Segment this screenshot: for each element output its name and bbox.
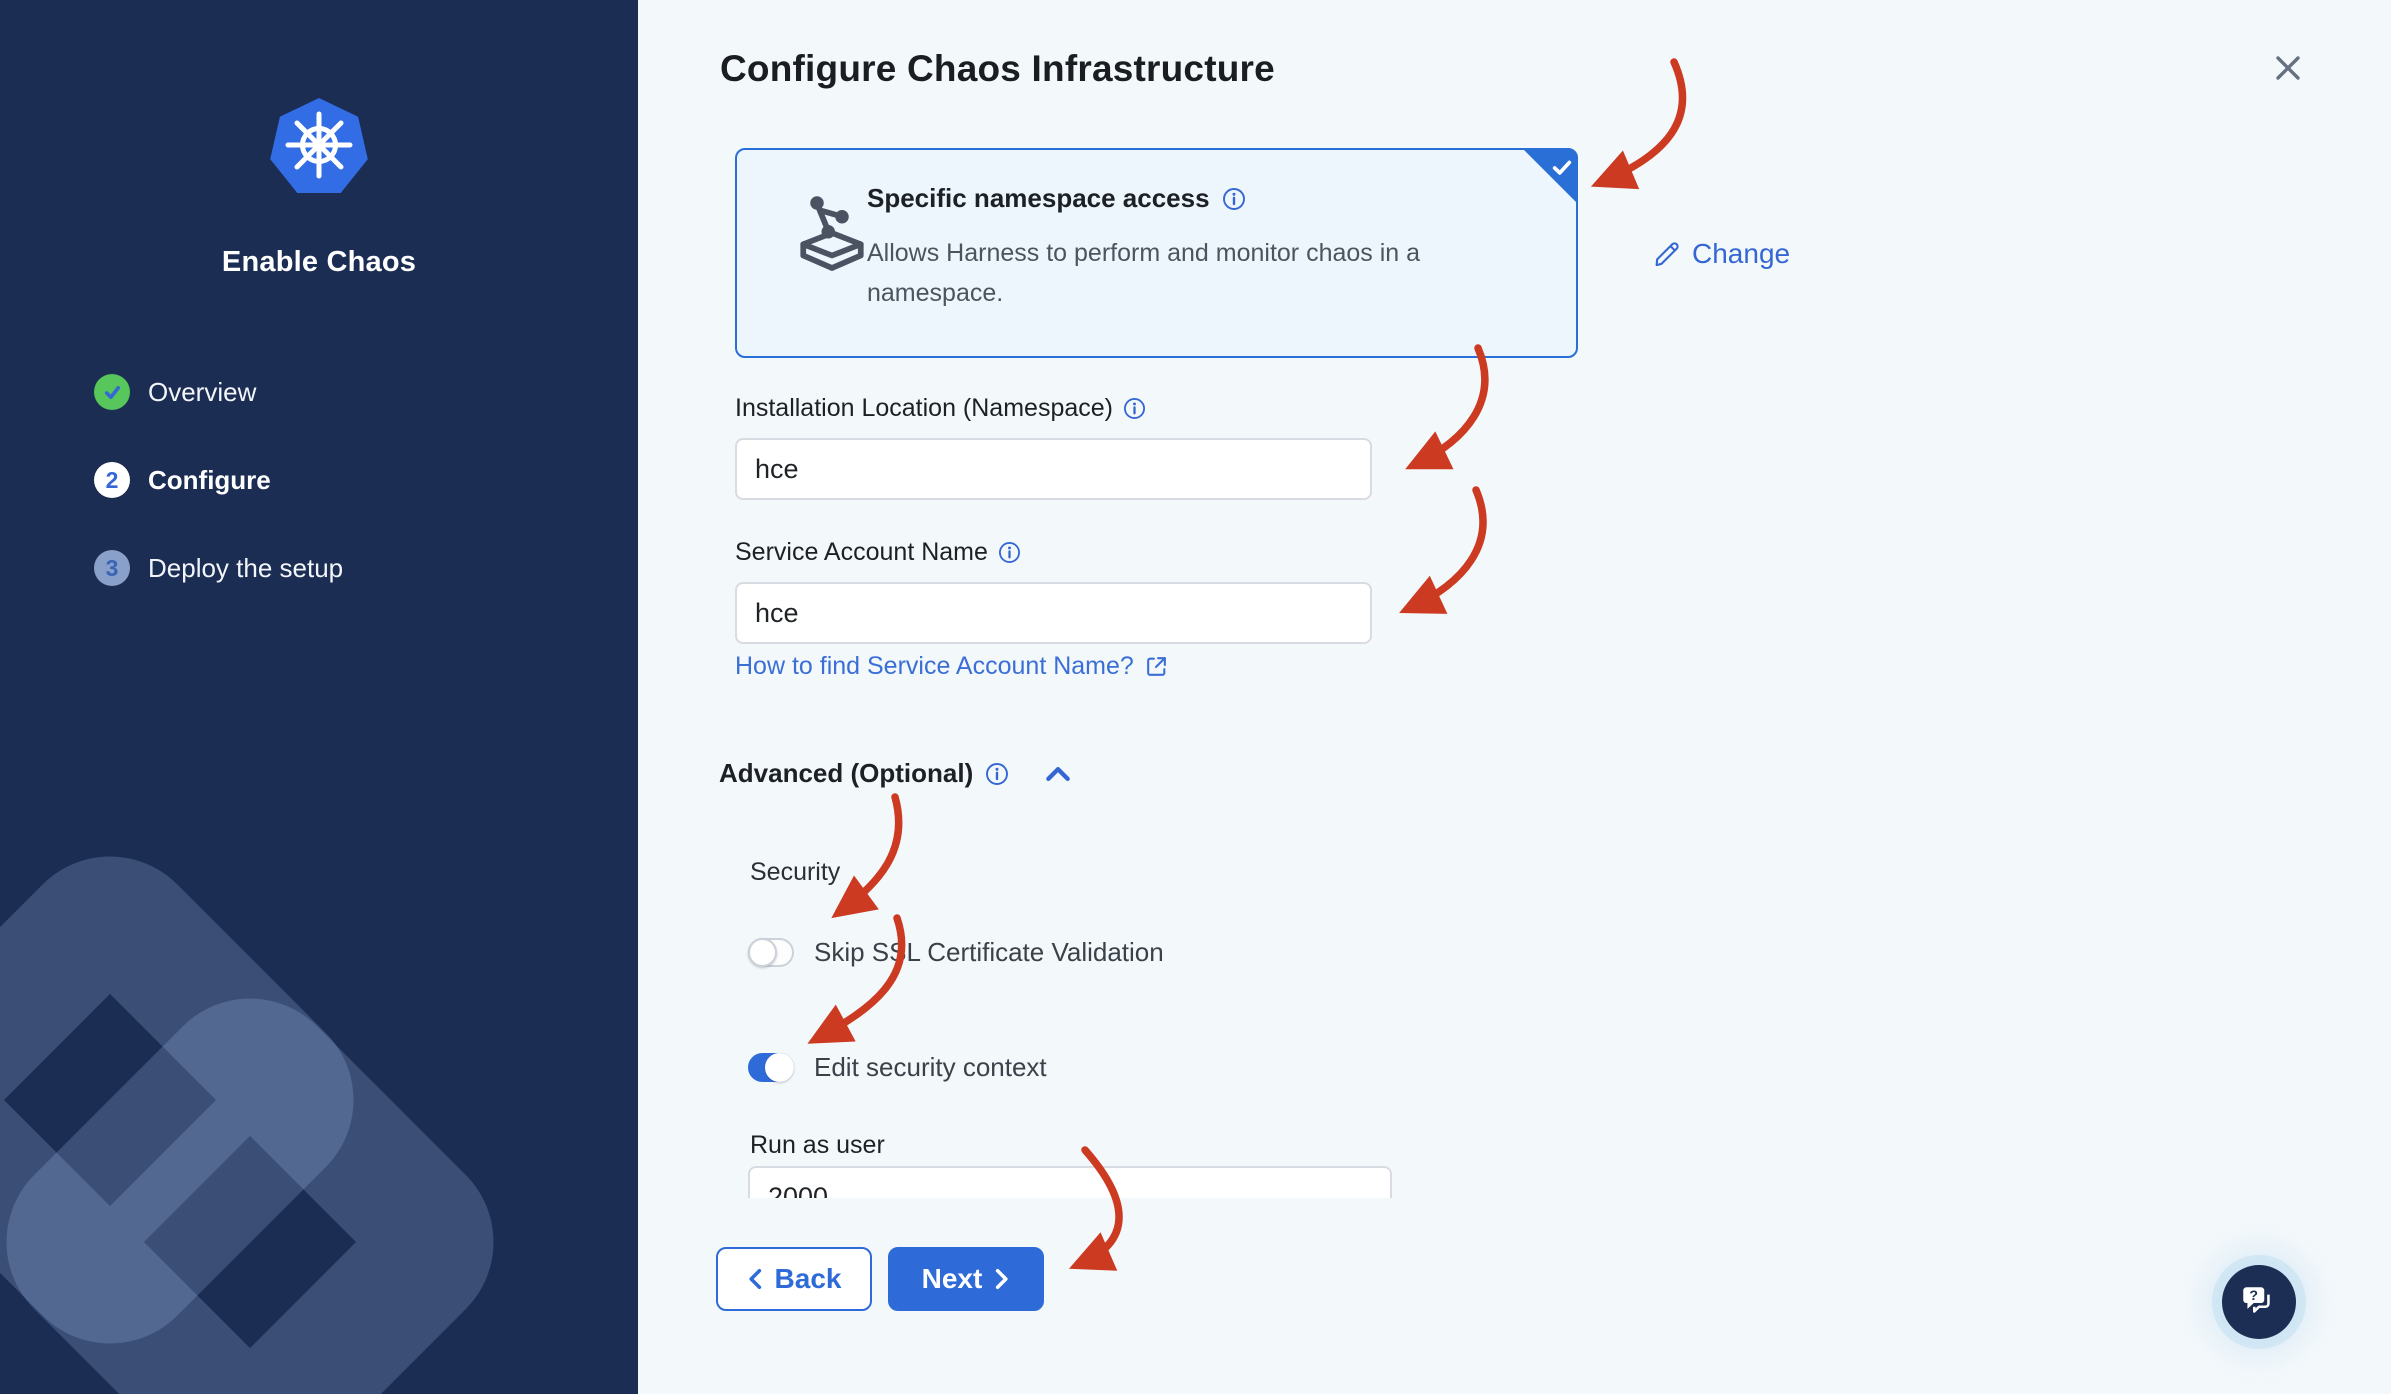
next-button[interactable]: Next [888,1247,1044,1311]
svg-text:?: ? [2249,1288,2258,1304]
chat-question-icon: ? [2243,1287,2270,1313]
service-account-input[interactable] [735,582,1372,644]
chevron-left-icon [748,1268,761,1290]
back-button-label: Back [774,1263,842,1294]
namespace-field-label: Installation Location (Namespace) [735,394,1146,423]
form-scroll-area: Specific namespace access Allows Harness… [0,0,2391,1198]
edit-security-context-label: Edit security context [814,1052,1047,1082]
service-account-help-link[interactable]: How to find Service Account Name? [735,652,1169,681]
help-chat-button[interactable]: ? [2222,1265,2296,1339]
access-card-title: Specific namespace access [867,183,1210,213]
external-link-icon [1146,657,1166,676]
check-icon [1552,160,1572,175]
chevron-up-icon[interactable] [1043,761,1073,787]
advanced-section-header: Advanced (Optional) [719,758,1073,789]
access-card-description: Allows Harness to perform and monitor ch… [867,239,1421,307]
edit-security-context-toggle-row: Edit security context [748,1052,1047,1083]
selected-check-badge [1522,148,1578,204]
run-as-user-label: Run as user [750,1131,885,1159]
configure-chaos-infrastructure-dialog: Enable Chaos Overview 2 Configure 3 Depl… [0,0,2391,1394]
pencil-icon [1655,242,1679,267]
security-heading: Security [750,858,841,886]
back-button[interactable]: Back [716,1247,872,1311]
info-icon[interactable] [1123,397,1146,420]
chevron-right-icon [996,1268,1008,1290]
advanced-label: Advanced (Optional) [719,758,974,788]
change-link[interactable]: Change [1652,238,1790,270]
info-icon[interactable] [998,541,1021,564]
info-icon[interactable] [1222,187,1246,211]
namespace-input[interactable] [735,438,1372,500]
skip-ssl-toggle-row: Skip SSL Certificate Validation [748,937,1164,968]
namespace-access-icon [800,196,864,271]
skip-ssl-toggle[interactable] [748,938,794,967]
next-button-label: Next [921,1263,983,1294]
access-type-card-selected[interactable]: Specific namespace access Allows Harness… [735,148,1578,358]
change-link-label: Change [1692,238,1791,269]
skip-ssl-label: Skip SSL Certificate Validation [814,937,1164,967]
edit-security-context-toggle[interactable] [748,1053,794,1082]
run-as-user-input[interactable] [748,1166,1392,1198]
service-account-field-label: Service Account Name [735,538,1021,567]
info-icon[interactable] [985,762,1009,786]
